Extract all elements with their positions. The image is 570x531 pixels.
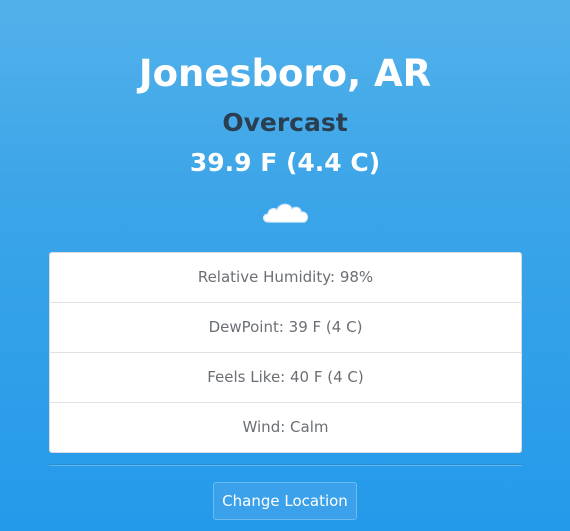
dewpoint-row: DewPoint: 39 F (4 C) [50, 303, 521, 353]
weather-details-list: Relative Humidity: 98% DewPoint: 39 F (4… [49, 252, 522, 453]
temperature-reading: 39.9 F (4.4 C) [189, 148, 381, 177]
location-title: Jonesboro, AR [138, 52, 432, 95]
weather-panel: Jonesboro, AR Overcast 39.9 F (4.4 C) Re… [0, 0, 570, 531]
wind-row: Wind: Calm [242, 418, 329, 436]
cloud-icon [260, 198, 312, 226]
weather-condition: Overcast [222, 108, 348, 137]
divider [49, 464, 522, 466]
humidity-row: Relative Humidity: 98% [50, 253, 521, 303]
feels-like-row: Feels Like: 40 F (4 C) [50, 353, 521, 403]
change-location-button[interactable]: Change Location [213, 482, 357, 520]
